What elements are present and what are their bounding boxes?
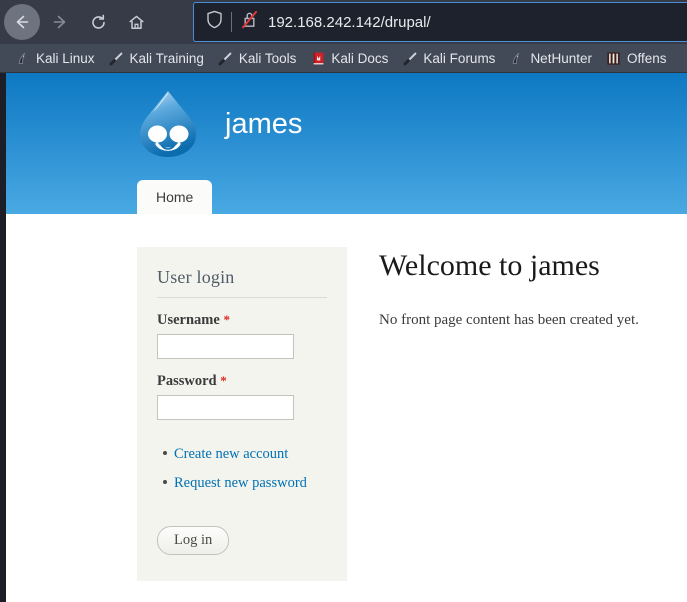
bookmark-kali-tools[interactable]: Kali Tools [213,46,302,70]
menu-item-label: Home [156,189,194,206]
forward-arrow-icon [53,15,66,29]
create-new-account-link[interactable]: Create new account [174,446,288,462]
main-menu: Home [137,180,213,214]
page-viewport: james Home User login Username * Passwor… [0,73,687,602]
url-text: 192.168.242.142/drupal/ [268,13,431,31]
user-login-links: Create new account Request new password [157,442,327,496]
home-button[interactable] [118,4,154,40]
list-item: Create new account [163,442,327,467]
user-login-block: User login Username * Password * Create … [137,247,347,582]
password-label-text: Password [157,373,217,389]
site-body: User login Username * Password * Create … [6,214,687,582]
list-item: Request new password [163,471,327,496]
password-label: Password * [157,373,327,390]
sidebar-first: User login Username * Password * Create … [137,247,347,582]
home-icon [128,15,144,29]
no-content-message: No front page content has been created y… [379,311,639,328]
bookmark-label: Kali Training [129,50,204,66]
main-content: Welcome to james No front page content h… [347,247,687,581]
site-name: james [225,107,303,140]
bookmark-label: Kali Linux [36,50,95,66]
bookmark-kali-forums[interactable]: Kali Forums [397,46,500,70]
drupal-page: james Home User login Username * Passwor… [6,73,687,602]
back-button[interactable] [4,4,40,40]
bookmark-label: NetHunter [530,50,592,66]
bookmark-label: Kali Docs [331,50,389,66]
kali-dragon-icon [15,50,31,66]
bookmark-kali-linux[interactable]: Kali Linux [10,46,100,70]
bookmarks-bar: Kali Linux Kali Training Kali Tools Kali… [0,44,687,73]
request-new-password-link[interactable]: Request new password [174,475,307,491]
shield-icon[interactable] [206,10,223,34]
urlbar-divider [231,12,232,32]
bookmark-kali-training[interactable]: Kali Training [104,46,209,70]
log-in-button[interactable]: Log in [157,525,230,556]
username-input[interactable] [157,334,294,359]
site-header: james Home [6,73,687,214]
bookmark-label: Kali Tools [238,50,297,66]
site-branding[interactable]: james [137,89,302,159]
user-login-title: User login [157,267,327,298]
required-marker: * [223,312,230,327]
forward-button[interactable] [42,4,78,40]
bookmark-kali-docs[interactable]: Kali Docs [305,46,393,70]
username-label-text: Username [157,312,220,328]
kali-sword-icon [109,50,125,66]
password-form-item: Password * [157,373,327,420]
insecure-connection-icon[interactable] [241,10,258,34]
page-title: Welcome to james [379,249,600,282]
bookmark-nethunter[interactable]: NetHunter [504,46,597,70]
required-marker: * [220,373,227,388]
username-form-item: Username * [157,312,327,359]
drupal-droplet-logo [137,89,199,159]
red-book-icon [310,50,326,66]
password-input[interactable] [157,395,294,420]
reload-button[interactable] [80,4,116,40]
bookmark-offensive-security[interactable]: Offens [601,46,672,70]
bookmark-label: Kali Forums [423,50,496,66]
bookmark-label: Offens [626,50,667,66]
kali-sword-icon [402,50,418,66]
offensive-security-icon [606,50,622,66]
back-arrow-icon [16,15,29,29]
kali-dragon-icon [509,50,525,66]
menu-item-home[interactable]: Home [137,180,213,214]
kali-sword-icon [218,50,234,66]
username-label: Username * [157,312,327,329]
reload-icon [91,14,105,29]
navigation-buttons [0,4,154,40]
address-bar[interactable]: 192.168.242.142/drupal/ [193,2,687,42]
browser-toolbar: 192.168.242.142/drupal/ [0,0,687,44]
